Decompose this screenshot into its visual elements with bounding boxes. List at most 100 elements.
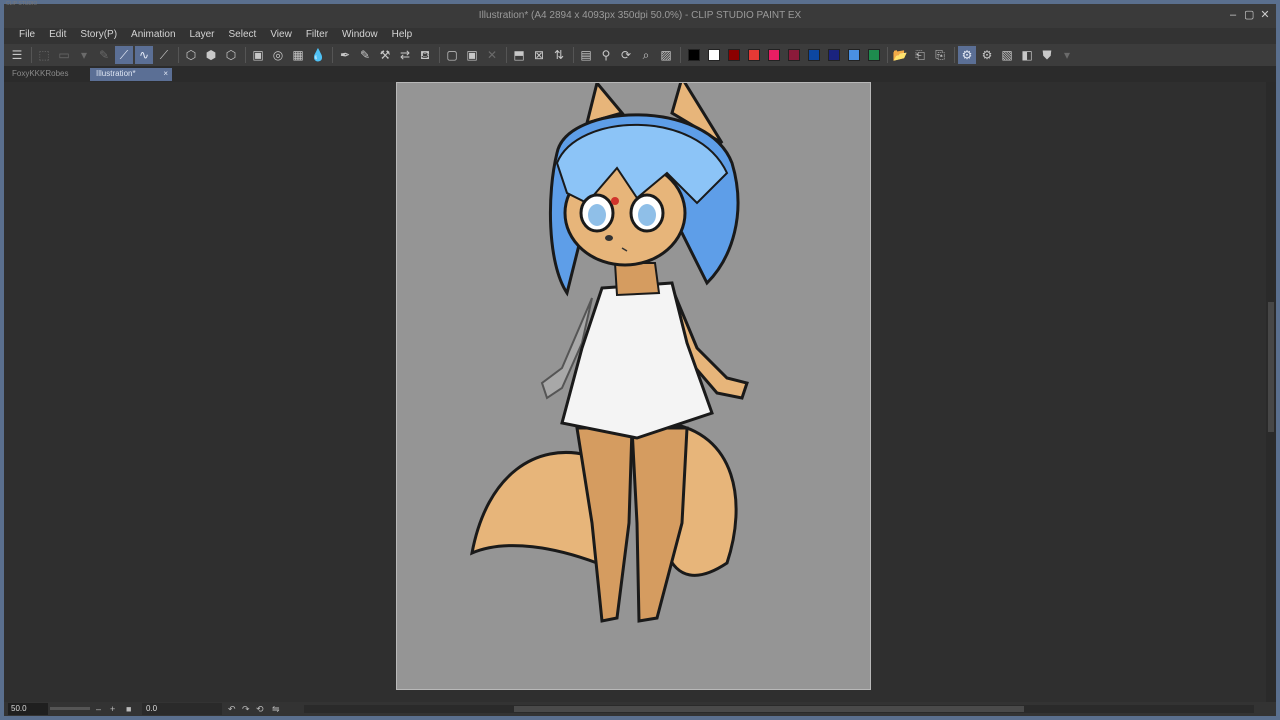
separator bbox=[954, 47, 955, 63]
color-swatch-dark-red[interactable] bbox=[728, 49, 740, 61]
separator bbox=[573, 47, 574, 63]
crop-icon[interactable]: ▭ bbox=[55, 46, 73, 64]
window-title: Illustration* (A4 2894 x 4093px 350dpi 5… bbox=[478, 10, 802, 21]
flip-icon[interactable]: ⇅ bbox=[550, 46, 568, 64]
cube-icon[interactable]: ⬡ bbox=[182, 46, 200, 64]
transform-icon[interactable]: ⬒ bbox=[510, 46, 528, 64]
layer-icon[interactable]: ▨ bbox=[657, 46, 675, 64]
export-icon[interactable]: ⎗ bbox=[911, 46, 929, 64]
menu-edit[interactable]: Edit bbox=[44, 28, 75, 44]
save-icon[interactable]: ▣ bbox=[249, 46, 267, 64]
separator bbox=[245, 47, 246, 63]
curve-icon[interactable]: ∿ bbox=[135, 46, 153, 64]
zoom-field[interactable]: 50.0 bbox=[8, 703, 48, 715]
zoom-slider[interactable] bbox=[50, 707, 90, 710]
reset-rotation-icon[interactable]: ⟲ bbox=[256, 702, 264, 716]
color-swatch-red[interactable] bbox=[748, 49, 760, 61]
hamburger-icon[interactable]: ☰ bbox=[8, 46, 26, 64]
color-swatch-navy[interactable] bbox=[808, 49, 820, 61]
tab-foxykkkrobes[interactable]: FoxyKKKRobes bbox=[6, 68, 84, 81]
menu-story[interactable]: Story(P) bbox=[75, 28, 126, 44]
menu-filter[interactable]: Filter bbox=[301, 28, 337, 44]
drawing-canvas[interactable] bbox=[396, 82, 871, 690]
pen-icon[interactable]: ✒ bbox=[336, 46, 354, 64]
scale-icon[interactable]: ⊠ bbox=[530, 46, 548, 64]
line-icon[interactable]: ⟋ bbox=[155, 46, 173, 64]
layers-3d-icon[interactable]: ⬡ bbox=[222, 46, 240, 64]
menu-select[interactable]: Select bbox=[224, 28, 266, 44]
menu-view[interactable]: View bbox=[265, 28, 301, 44]
separator bbox=[680, 47, 681, 63]
minimize-icon[interactable]: – bbox=[1228, 7, 1238, 23]
vertical-scrollbar[interactable] bbox=[1266, 82, 1276, 702]
cross-icon[interactable]: ✕ bbox=[483, 46, 501, 64]
color-swatch-dark-navy[interactable] bbox=[828, 49, 840, 61]
horizontal-scroll-thumb[interactable] bbox=[514, 706, 1024, 712]
canvas-workspace[interactable] bbox=[4, 82, 1266, 702]
color-swatch-black[interactable] bbox=[688, 49, 700, 61]
gear-alt-icon[interactable]: ⚙ bbox=[978, 46, 996, 64]
canvas-icon[interactable]: ▤ bbox=[577, 46, 595, 64]
vertical-scroll-thumb[interactable] bbox=[1268, 302, 1274, 432]
color-swatch-green[interactable] bbox=[868, 49, 880, 61]
document-tabs: FoxyKKKRobes Illustration* × bbox=[4, 66, 1276, 82]
tab-label: Illustration* bbox=[96, 69, 136, 78]
wrench-icon[interactable]: ⚒ bbox=[376, 46, 394, 64]
gradient-icon[interactable]: ◧ bbox=[1018, 46, 1036, 64]
pencil-ruler-icon[interactable]: ✎ bbox=[356, 46, 374, 64]
flip-icon[interactable]: ⇋ bbox=[272, 702, 280, 716]
circle-target-icon[interactable]: ◎ bbox=[269, 46, 287, 64]
zoom-out-button[interactable]: – bbox=[96, 702, 101, 716]
close-icon[interactable]: ✕ bbox=[1260, 7, 1270, 23]
menu-window[interactable]: Window bbox=[337, 28, 387, 44]
search-icon[interactable]: ⌕ bbox=[637, 46, 655, 64]
horizontal-scrollbar[interactable] bbox=[304, 705, 1254, 713]
bucket-icon[interactable]: ⛾ bbox=[416, 46, 434, 64]
menu-help[interactable]: Help bbox=[387, 28, 422, 44]
rotate-left-icon[interactable]: ↶ bbox=[228, 702, 236, 716]
color-swatch-pink[interactable] bbox=[768, 49, 780, 61]
pin-icon[interactable]: ⚲ bbox=[597, 46, 615, 64]
open-folder-icon[interactable]: 📂 bbox=[891, 46, 909, 64]
separator bbox=[506, 47, 507, 63]
drop-icon[interactable]: 💧 bbox=[309, 46, 327, 64]
chevron-down-icon[interactable]: ▾ bbox=[1058, 46, 1076, 64]
stroke-icon[interactable]: ⟋ bbox=[115, 46, 133, 64]
zoom-in-button[interactable]: + bbox=[110, 702, 115, 716]
grid-icon[interactable]: ▦ bbox=[289, 46, 307, 64]
rotate-right-icon[interactable]: ↷ bbox=[242, 702, 250, 716]
menu-bar: File Edit Story(P) Animation Layer Selec… bbox=[4, 28, 1276, 44]
separator bbox=[178, 47, 179, 63]
fox-girl-illustration bbox=[470, 83, 749, 623]
pen-disabled-icon[interactable]: ✎ bbox=[95, 46, 113, 64]
color-swatch-wine[interactable] bbox=[788, 49, 800, 61]
fill-icon[interactable]: ⛊ bbox=[1038, 46, 1056, 64]
separator bbox=[31, 47, 32, 63]
color-swatch-white[interactable] bbox=[708, 49, 720, 61]
clear-selection-icon[interactable]: ⬚ bbox=[35, 46, 53, 64]
fit-button[interactable]: ■ bbox=[126, 702, 131, 716]
frame-icon[interactable]: ▢ bbox=[443, 46, 461, 64]
app-tag: CLIP STUDIO bbox=[6, 1, 38, 7]
cube-stack-icon[interactable]: ⬢ bbox=[202, 46, 220, 64]
tab-label: FoxyKKKRobes bbox=[12, 69, 69, 78]
menu-animation[interactable]: Animation bbox=[126, 28, 184, 44]
tab-illustration[interactable]: Illustration* × bbox=[90, 68, 172, 81]
panel-icon[interactable]: ▧ bbox=[998, 46, 1016, 64]
maximize-icon[interactable]: ▢ bbox=[1244, 7, 1254, 23]
command-bar: ☰ ⬚ ▭ ▾ ✎ ⟋ ∿ ⟋ ⬡ ⬢ ⬡ ▣ ◎ ▦ 💧 ✒ ✎ ⚒ ⇄ ⛾ … bbox=[4, 44, 1276, 66]
separator bbox=[887, 47, 888, 63]
menu-file[interactable]: File bbox=[14, 28, 44, 44]
arrows-icon[interactable]: ⇄ bbox=[396, 46, 414, 64]
frame-alt-icon[interactable]: ▣ bbox=[463, 46, 481, 64]
menu-layer[interactable]: Layer bbox=[185, 28, 224, 44]
color-swatch-blue[interactable] bbox=[848, 49, 860, 61]
dropdown-icon[interactable]: ▾ bbox=[75, 46, 93, 64]
separator bbox=[439, 47, 440, 63]
import-icon[interactable]: ⎘ bbox=[931, 46, 949, 64]
title-bar: CLIP STUDIO Illustration* (A4 2894 x 409… bbox=[4, 1, 1276, 28]
rotation-field[interactable]: 0.0 bbox=[142, 703, 222, 715]
settings-gear-icon[interactable]: ⚙ bbox=[958, 46, 976, 64]
rotate-icon[interactable]: ⟳ bbox=[617, 46, 635, 64]
close-icon[interactable]: × bbox=[163, 69, 168, 78]
